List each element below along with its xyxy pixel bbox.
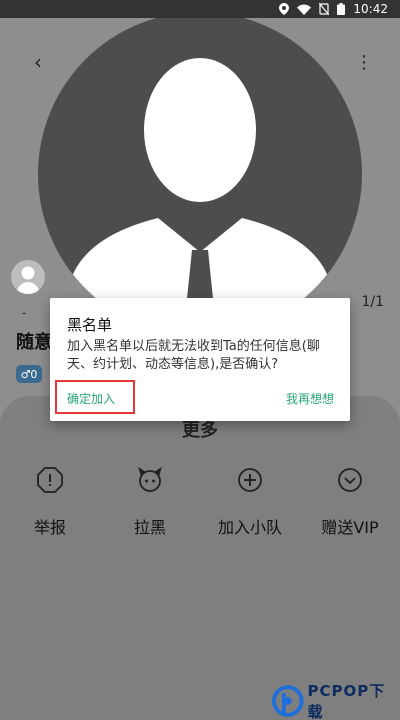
wifi-icon [297,4,312,15]
dialog-message: 加入黑名单以后就无法收到Ta的任何信息(聊天、约计划、动态等信息),是否确认? [67,339,320,372]
person-silhouette-icon [68,58,332,336]
battery-icon [337,3,346,15]
watermark: PCPOP下载 [272,680,400,720]
pcpop-logo-icon [272,685,304,717]
profile-id-placeholder: - [22,306,27,320]
avatar[interactable] [11,260,45,294]
back-arrow-icon: ‹ [34,50,42,74]
profile-name: 随意 [16,332,52,353]
report-icon [36,466,64,494]
gender-age-badge: ♂0 [16,365,42,383]
more-vert-icon: ⋮ [355,51,373,73]
more-options-button[interactable]: ⋮ [355,50,373,74]
blacklist-dialog: 黑名单 加入黑名单以后就无法收到Ta的任何信息(聊天、约计划、动态等信息),是否… [50,298,350,421]
cancel-button[interactable]: 我再想想 [286,390,334,407]
avatar-placeholder-icon [16,266,40,294]
action-row: 举报 拉黑 加入小队 赠送VIP [0,466,400,538]
profile-photo [38,18,362,336]
join-team-action[interactable]: 加入小队 [200,466,300,538]
more-bottom-sheet: 更多 举报 拉黑 加入小队 赠送VIP [0,396,400,720]
no-sim-icon [319,3,330,15]
gift-vip-action[interactable]: 赠送VIP [300,466,400,538]
location-icon [279,3,290,15]
devil-icon [136,466,164,494]
block-label: 拉黑 [133,518,166,537]
dialog-title: 黑名单 [67,316,113,334]
report-action[interactable]: 举报 [0,466,100,538]
status-bar: 10:42 [0,0,400,18]
gift-vip-label: 赠送VIP [321,518,379,537]
status-time: 10:42 [353,2,388,16]
confirm-add-button[interactable]: 确定加入 [67,390,115,407]
chevron-circle-icon [336,466,364,494]
watermark-text: PCPOP下载 [307,682,386,720]
join-team-label: 加入小队 [217,518,282,537]
photo-page-counter: 1/1 [361,294,384,310]
report-label: 举报 [33,518,66,537]
block-action[interactable]: 拉黑 [100,466,200,538]
add-circle-icon [236,466,264,494]
back-button[interactable]: ‹ [26,50,50,74]
